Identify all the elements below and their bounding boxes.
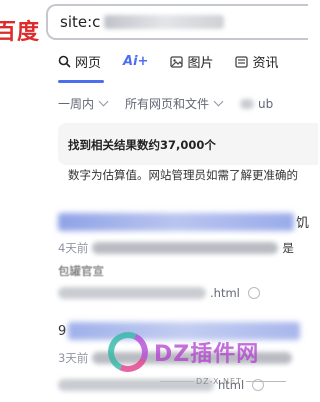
redacted-filter <box>240 98 255 109</box>
result-count: 找到相关结果数约37,000个 <box>68 138 216 152</box>
divider <box>246 381 286 382</box>
search-icon <box>58 55 71 68</box>
redacted-url <box>58 287 206 299</box>
search-query-text: site:c <box>60 13 101 31</box>
filter-label: 一周内 <box>58 97 95 111</box>
tab-label: 资讯 <box>252 56 279 71</box>
tab-news[interactable]: 资讯 <box>235 52 278 71</box>
baidu-logo[interactable]: 百度 <box>0 14 40 46</box>
filter-type[interactable]: 所有网页和文件 <box>125 95 224 112</box>
watermark-subtext: DZ-X.NET <box>196 377 242 386</box>
result-url-tail: .html <box>210 286 240 300</box>
result-title-prefix: 9 <box>58 323 67 339</box>
filter-time[interactable]: 一周内 <box>58 95 109 112</box>
estimate-note: 数字为估算值。网站管理员如需了解更准确的 <box>68 168 298 182</box>
image-icon <box>170 55 184 68</box>
result-date: 3天前 <box>58 351 89 365</box>
watermark-logo-icon <box>102 326 154 378</box>
result-url[interactable]: .html <box>58 286 318 300</box>
news-icon <box>235 55 249 68</box>
search-filters: 一周内 所有网页和文件 ub <box>58 95 291 112</box>
watermark-text: DZ插件网 <box>154 342 260 367</box>
filter-site[interactable]: ub <box>240 95 273 112</box>
result-title[interactable] <box>58 212 294 231</box>
result-date: 4天前 <box>58 241 89 255</box>
tab-ai[interactable]: Ai+ <box>123 52 148 71</box>
search-result[interactable]: 饥 4天前 是 包罐官宣 .html <box>58 212 318 300</box>
result-title-tail: 饥 <box>296 216 310 231</box>
redacted-snippet <box>92 242 279 254</box>
filter-label: ub <box>258 96 274 111</box>
chevron-down-icon <box>213 96 224 107</box>
result-snippet-text: 包罐官宣 <box>58 264 104 278</box>
ai-icon: Ai+ <box>123 54 149 69</box>
chevron-down-icon <box>98 96 109 107</box>
tab-images[interactable]: 图片 <box>170 52 213 71</box>
tab-label: 图片 <box>187 56 214 71</box>
active-tab-indicator <box>58 80 104 83</box>
search-tabs: 网页 Ai+ 图片 资讯 <box>58 52 300 71</box>
search-input[interactable]: site:c <box>46 4 308 40</box>
result-meta: 4天前 是 <box>58 240 318 256</box>
redacted-query <box>104 15 225 29</box>
tab-label: 网页 <box>75 56 102 71</box>
divider <box>160 381 194 382</box>
result-snippet: 包罐官宣 <box>58 263 318 279</box>
tab-web[interactable]: 网页 <box>58 52 101 71</box>
filter-label: 所有网页和文件 <box>125 97 210 111</box>
result-meta-tail: 是 <box>282 241 294 255</box>
site-watermark: DZ插件网 <box>102 326 260 378</box>
verified-shield-icon <box>247 287 260 299</box>
